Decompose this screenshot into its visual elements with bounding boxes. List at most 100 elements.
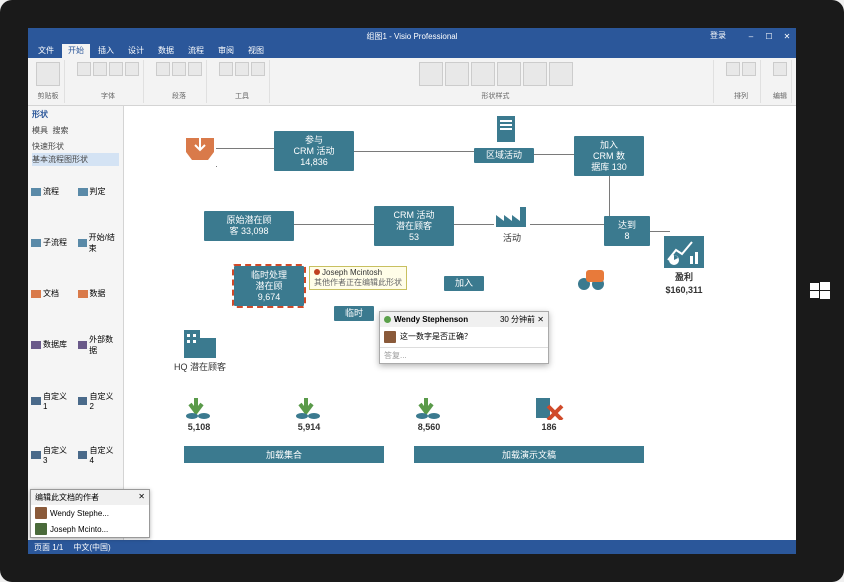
bottom-bar-2[interactable]: 加载演示文稿 [414,446,644,463]
connector-button[interactable] [235,62,249,76]
shapes-panel-tabs: 模具 搜索 [28,123,123,138]
shape-label: 判定 [90,186,106,197]
shape-item[interactable]: 自定义 4 [77,429,122,482]
style-1[interactable] [419,62,443,86]
avatar [35,507,47,519]
node-crm-activity[interactable]: 参与 CRM 活动 14,836 [274,131,354,171]
pointer-button[interactable] [219,62,233,76]
chat-people-icon[interactable] [574,266,608,294]
shape-item[interactable]: 自定义 1 [30,374,75,427]
style-4[interactable] [497,62,521,86]
inbox-icon[interactable] [184,136,216,162]
node-join[interactable]: 加入 [444,276,484,291]
windows-button[interactable] [810,281,830,301]
authors-close[interactable]: ✕ [138,492,145,503]
authors-popup[interactable]: 编辑此文档的作者 ✕ Wendy Stephe... Joseph Mcinto… [30,489,150,538]
titlebar: 组图1 - Visio Professional 登录 – ☐ ✕ [28,28,796,44]
style-3[interactable] [471,62,495,86]
author-row[interactable]: Wendy Stephe... [31,505,149,521]
window-maximize[interactable]: ☐ [760,28,778,44]
node-region-activity[interactable]: 区域活动 [474,148,534,163]
bold-button[interactable] [109,62,123,76]
category-basic-flowchart[interactable]: 基本流程图形状 [32,153,119,166]
comment-close[interactable]: ✕ [537,315,544,324]
connector[interactable] [534,154,574,155]
category-quick[interactable]: 快速形状 [32,140,119,153]
connector[interactable] [216,166,217,211]
paste-button[interactable] [36,62,60,86]
connector[interactable] [294,224,374,225]
text-button[interactable] [251,62,265,76]
connector[interactable] [650,231,670,232]
tab-data[interactable]: 数据 [152,43,180,58]
connector[interactable] [454,224,494,225]
shape-item[interactable]: 开始/结束 [77,216,122,271]
author-row[interactable]: Joseph Mcinto... [31,521,149,537]
font-button[interactable] [77,62,91,76]
shape-label: 自定义 3 [43,445,74,465]
shape-item[interactable]: 判定 [77,170,122,214]
shape-item[interactable]: 自定义 3 [30,429,75,482]
tab-home[interactable]: 开始 [62,43,90,58]
document-reject-icon[interactable]: 186 [534,396,564,432]
building-icon[interactable]: HQ 潜在顾客 [174,326,226,373]
node-reach[interactable]: 达到 8 [604,216,650,246]
node-temp-process[interactable]: 临时处理 潜在顾 9,674 [234,266,304,306]
profit-value: $160,311 [665,285,702,295]
align-left-button[interactable] [156,62,170,76]
window-minimize[interactable]: – [742,28,760,44]
author-name: Wendy Stephe... [50,509,109,518]
position-button[interactable] [742,62,756,76]
bottom-bar-1[interactable]: 加载集合 [184,446,384,463]
coins-2[interactable]: 5,914 [294,396,324,432]
document-icon[interactable] [494,114,520,146]
ribbon-label: 段落 [172,91,186,101]
italic-button[interactable] [125,62,139,76]
tab-review[interactable]: 审阅 [212,43,240,58]
connector[interactable] [354,151,474,152]
shape-item[interactable]: 子流程 [30,216,75,271]
coins-1[interactable]: 5,108 [184,396,214,432]
stencil-tab[interactable]: 模具 [32,126,48,135]
shape-item[interactable]: 流程 [30,170,75,214]
font-size-button[interactable] [93,62,107,76]
profit-chart-icon[interactable]: 盈利 $160,311 [664,236,704,295]
comment-popup[interactable]: Wendy Stephenson 30 分钟前 ✕ 这一数字是否正确？ 答复..… [379,311,549,364]
tab-design[interactable]: 设计 [122,43,150,58]
shape-item[interactable]: 外部数据 [77,318,122,373]
account-label[interactable]: 登录 [710,30,726,41]
status-page: 页面 1/1 [34,542,63,553]
ribbon-label: 排列 [734,91,748,101]
node-temp[interactable]: 临时 [334,306,374,321]
window-close[interactable]: ✕ [778,28,796,44]
align-right-button[interactable] [188,62,202,76]
find-button[interactable] [773,62,787,76]
shape-item[interactable]: 文档 [30,272,75,316]
connector[interactable] [216,148,274,149]
style-6[interactable] [549,62,573,86]
node-raw-leads[interactable]: 原始潜在顾 客 33,098 [204,211,294,241]
style-2[interactable] [445,62,469,86]
tab-insert[interactable]: 插入 [92,43,120,58]
arrange-button[interactable] [726,62,740,76]
comment-reply-input[interactable]: 答复... [380,347,548,363]
factory-icon[interactable]: 活动 [494,201,530,244]
node-crm-activity-leads[interactable]: CRM 活动 潜在顾客 53 [374,206,454,246]
node-join-crm-db[interactable]: 加入 CRM 数 据库 130 [574,136,644,176]
style-5[interactable] [523,62,547,86]
connector[interactable] [609,176,610,216]
align-center-button[interactable] [172,62,186,76]
coins-3[interactable]: 8,560 [414,396,444,432]
shape-item[interactable]: 数据 [77,272,122,316]
shape-label: 开始/结束 [89,232,120,254]
connector[interactable] [530,224,604,225]
shape-item[interactable]: 数据库 [30,318,75,373]
shape-item[interactable]: 自定义 2 [77,374,122,427]
tab-view[interactable]: 视图 [242,43,270,58]
tab-file[interactable]: 文件 [32,43,60,58]
coin-value: 8,560 [418,422,441,432]
canvas[interactable]: 参与 CRM 活动 14,836 区域活动 加入 CRM 数 据库 130 [124,106,796,540]
search-tab[interactable]: 搜索 [52,126,68,135]
shape-swatch [78,397,88,405]
tab-process[interactable]: 流程 [182,43,210,58]
